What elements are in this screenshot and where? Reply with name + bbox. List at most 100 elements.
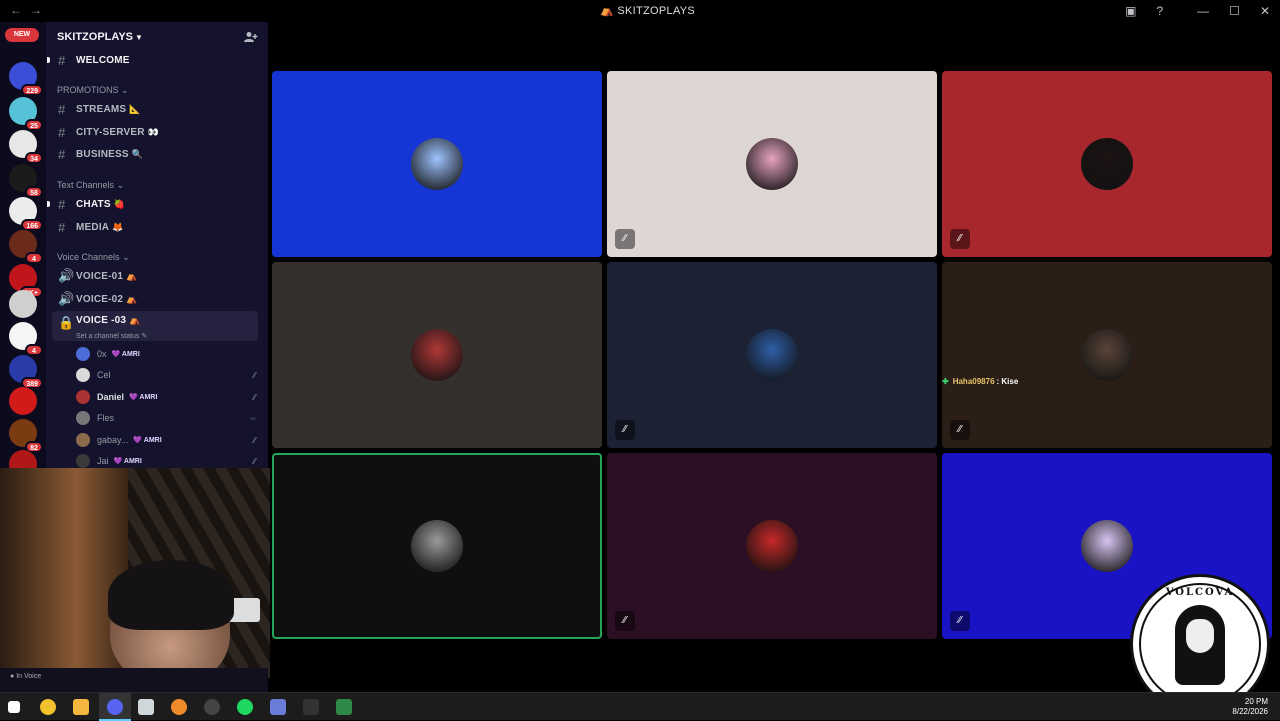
- help-icon[interactable]: ?: [1156, 4, 1163, 18]
- avatar: [76, 390, 90, 404]
- app-icon[interactable]: [171, 699, 187, 715]
- voice-member[interactable]: Fles ◦◦: [76, 409, 256, 427]
- inbox-icon[interactable]: ▣: [1125, 4, 1136, 18]
- server-icon-6[interactable]: 4: [9, 230, 43, 264]
- hash-icon: #: [58, 124, 66, 140]
- category-promotions[interactable]: PROMOTIONS ⌄: [57, 85, 129, 96]
- channel-streams[interactable]: # STREAMS 📐: [52, 99, 258, 119]
- server-icon-1[interactable]: 229: [9, 62, 43, 96]
- channel-welcome[interactable]: # WELCOME: [47, 50, 258, 70]
- channel-city-server[interactable]: # CITY-SERVER 👀: [52, 122, 258, 142]
- participant-avatar: [1081, 520, 1133, 572]
- close-icon[interactable]: ✕: [1260, 4, 1270, 18]
- voice-member[interactable]: Jai 💜 AMRI ⁄⁄: [76, 452, 256, 468]
- server-icon-10[interactable]: 389: [9, 355, 43, 389]
- participant-tile[interactable]: ✚ Haha09876: Kise ⁄⁄: [942, 262, 1272, 448]
- webcam-person-hair: [108, 560, 234, 630]
- mic-muted-icon: ⁄⁄: [253, 435, 256, 445]
- participant-tile[interactable]: ⁄⁄: [607, 453, 937, 639]
- server-list: NEW 229 25 34 58 166 4 1K+ 4 389 82: [0, 22, 46, 468]
- server-icon-4[interactable]: 58: [9, 164, 43, 198]
- chevron-down-icon: ▼: [135, 33, 143, 42]
- participant-tile[interactable]: ⁄⁄: [942, 71, 1272, 257]
- avatar: [76, 411, 90, 425]
- webcam-background-door: [0, 468, 128, 678]
- participant-avatar: [746, 138, 798, 190]
- avatar: [76, 368, 90, 382]
- channel-business[interactable]: # BUSINESS 🔍: [52, 144, 258, 164]
- server-icon-5[interactable]: 166: [9, 197, 43, 231]
- server-icon-7[interactable]: 1K+: [9, 264, 43, 298]
- server-icon-12[interactable]: 82: [9, 419, 43, 453]
- unread-indicator: [47, 201, 50, 207]
- webcam-overlay: [0, 468, 277, 678]
- server-icon: ⛺: [600, 5, 614, 17]
- voice-member[interactable]: Cel ⁄⁄: [76, 366, 256, 384]
- discord-icon[interactable]: [107, 699, 123, 715]
- pencil-icon: ✎: [141, 333, 148, 340]
- speaker-icon: 🔊: [58, 291, 75, 306]
- speaker-icon: 🔊: [58, 268, 75, 283]
- server-icon-2[interactable]: 25: [9, 97, 43, 131]
- lock-icon: 🔒: [58, 315, 75, 330]
- hash-icon: #: [58, 101, 66, 117]
- nav-arrows[interactable]: ←→: [10, 3, 50, 17]
- mic-muted-icon: ⁄⁄: [950, 420, 970, 440]
- back-arrow-icon[interactable]: ←: [10, 3, 30, 17]
- participant-tile[interactable]: ⁄⁄: [607, 71, 937, 257]
- chat-badge-icon: ✚: [942, 377, 949, 386]
- system-tray-clock[interactable]: 20 PM 8/22/2026: [1232, 697, 1268, 717]
- chevron-down-icon: ⌄: [116, 180, 125, 190]
- chrome-icon[interactable]: [40, 699, 56, 715]
- server-icon-3[interactable]: 34: [9, 130, 43, 164]
- channel-voice-01[interactable]: 🔊 VOICE-01 ⛺: [52, 266, 258, 286]
- voice-member[interactable]: gabay... 💜 AMRI ⁄⁄: [76, 431, 256, 449]
- channel-status-link[interactable]: Set a channel status ✎: [76, 332, 147, 340]
- emblem-face: [1186, 619, 1214, 653]
- file-explorer-icon[interactable]: [73, 699, 89, 715]
- server-name-header[interactable]: SKITZOPLAYS ▼: [57, 31, 143, 43]
- server-icon-11[interactable]: [9, 387, 37, 415]
- chevron-down-icon: ⌄: [121, 85, 129, 95]
- app-icon-2[interactable]: [303, 699, 319, 715]
- hash-icon: #: [58, 219, 66, 235]
- mic-muted-icon: ⁄⁄: [253, 456, 256, 466]
- category-text-channels[interactable]: Text Channels ⌄: [57, 180, 124, 191]
- participant-tile[interactable]: ⁄⁄: [607, 262, 937, 448]
- add-member-icon[interactable]: [244, 31, 258, 43]
- channel-sidebar: SKITZOPLAYS ▼ # WELCOME PROMOTIONS ⌄ # STRE…: [46, 22, 268, 468]
- mic-muted-icon: ⁄⁄: [253, 392, 256, 402]
- mic-muted-icon: ⁄⁄: [950, 611, 970, 631]
- voice-status-bar[interactable]: ● In Voice: [0, 668, 268, 692]
- channel-chats[interactable]: # CHATS 🍓: [47, 194, 258, 214]
- server-icon-9[interactable]: 4: [9, 322, 43, 356]
- participant-avatar: [746, 329, 798, 381]
- participant-tile[interactable]: [272, 262, 602, 448]
- category-voice-channels[interactable]: Voice Channels ⌄: [57, 252, 130, 263]
- hash-icon: #: [58, 196, 66, 212]
- notepad-icon[interactable]: [138, 699, 154, 715]
- participant-avatar: [1081, 138, 1133, 190]
- app-icon-3[interactable]: [336, 699, 352, 715]
- minimize-icon[interactable]: —: [1197, 4, 1209, 18]
- server-icon-8[interactable]: [9, 290, 37, 318]
- deafened-icon: ◦◦: [250, 413, 256, 423]
- voice-member[interactable]: Daniel 💜 AMRI ⁄⁄: [76, 388, 256, 406]
- maximize-icon[interactable]: ☐: [1229, 4, 1240, 18]
- participant-tile-speaking[interactable]: [272, 453, 602, 639]
- teams-icon[interactable]: [270, 699, 286, 715]
- voice-member[interactable]: 0x 💜 AMRI: [76, 345, 256, 363]
- channel-voice-02[interactable]: 🔊 VOICE-02 ⛺: [52, 289, 258, 309]
- forward-arrow-icon[interactable]: →: [30, 3, 50, 17]
- windows-start-icon[interactable]: [8, 701, 20, 713]
- mic-muted-icon: ⁄⁄: [950, 229, 970, 249]
- hash-icon: #: [58, 52, 66, 68]
- obs-icon[interactable]: [204, 699, 220, 715]
- mic-muted-icon: ⁄⁄: [615, 611, 635, 631]
- avatar: [76, 454, 90, 468]
- spotify-icon[interactable]: [237, 699, 253, 715]
- participant-avatar: [1081, 329, 1133, 381]
- title-bar: ←→ ⛺ SKITZOPLAYS ▣ ? — ☐ ✕: [0, 0, 1280, 22]
- participant-tile[interactable]: [272, 71, 602, 257]
- channel-media[interactable]: # MEDIA 🦊: [52, 217, 258, 237]
